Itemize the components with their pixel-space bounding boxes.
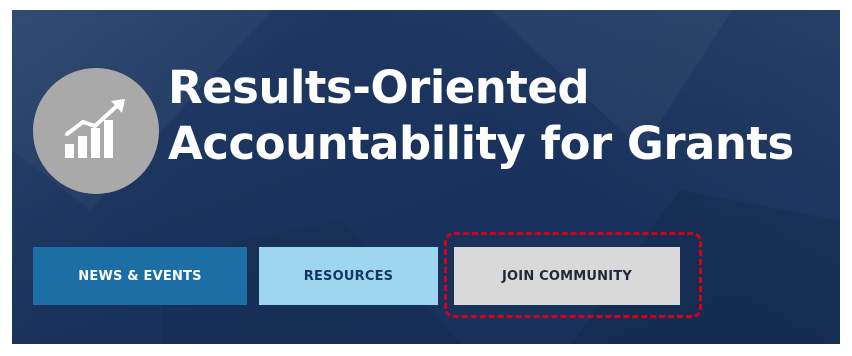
resources-label: RESOURCES (303, 268, 394, 284)
page-title: Results-Oriented Accountability for Gran… (168, 60, 794, 172)
title-line-2: Accountability for Grants (168, 117, 794, 170)
logo (33, 68, 159, 194)
highlight-annotation-box (444, 232, 702, 318)
title-line-1: Results-Oriented (168, 61, 590, 114)
resources-button[interactable]: RESOURCES (259, 247, 438, 305)
news-events-label: NEWS & EVENTS (78, 268, 202, 284)
news-events-button[interactable]: NEWS & EVENTS (33, 247, 247, 305)
growth-chart-icon (65, 99, 125, 158)
